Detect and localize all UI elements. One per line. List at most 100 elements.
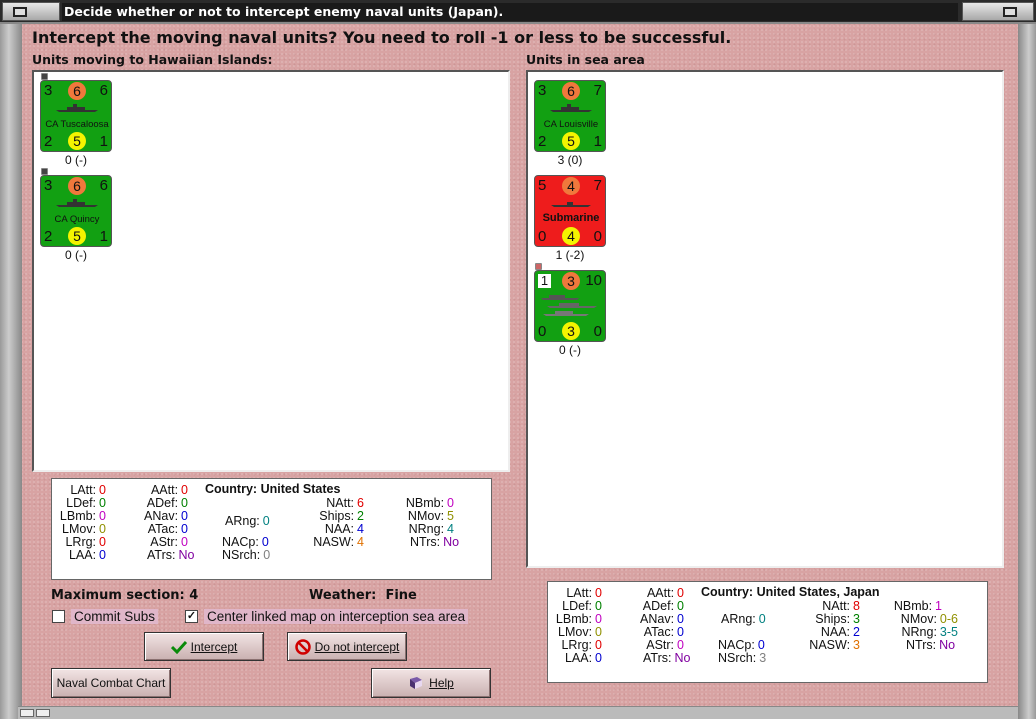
window-title: Decide whether or not to intercept enemy…	[62, 3, 958, 21]
unit-top-right: 7	[593, 177, 602, 194]
intercept-label: Intercept	[190, 639, 238, 654]
unit-top-center: 4	[562, 177, 580, 195]
do-not-intercept-label: Do not intercept	[314, 639, 400, 654]
dialog-client: Intercept the moving naval units? You ne…	[22, 24, 1018, 719]
unit-bottom-left: 0	[538, 228, 547, 245]
stat-nacp: NACp: 0	[222, 535, 269, 549]
right-stats-box: LAtt: 0 LDef: 0 LBmb: 0 LMov: 0 LRrg: 0 LAA: 0…	[547, 581, 988, 683]
no-entry-icon	[294, 638, 311, 655]
unit-name: CA Louisville	[543, 119, 599, 130]
stat-nrng: NRng: 4	[408, 522, 454, 536]
unit-roll-label: 0 (-)	[65, 248, 87, 262]
stat-nmov: NMov: 5	[407, 509, 454, 523]
stat-nbmb: NBmb: 0	[405, 496, 454, 510]
window-border-right	[1018, 24, 1036, 719]
checkbox-box-checked[interactable]: ✓	[185, 610, 198, 623]
sea-area-units-panel[interactable]: 3 6 7 CA Louisville 2 5 1 3 (0) 5 4 7 Su…	[526, 70, 1004, 568]
stat-nsrch: NSrch: 0	[222, 548, 271, 562]
unit-counter[interactable]: 1 3 10 0 3 0	[534, 270, 606, 342]
stat-lbmb: LBmb: 0	[555, 612, 602, 626]
stat-ntrs: NTrs: No	[410, 535, 460, 549]
unit-bottom-left: 2	[538, 133, 547, 150]
maximize-button[interactable]	[962, 2, 1034, 21]
stat-nmov: NMov: 0-6	[900, 612, 958, 626]
commit-subs-checkbox[interactable]: Commit Subs	[52, 609, 159, 624]
center-map-checkbox[interactable]: ✓ Center linked map on interception sea …	[185, 609, 469, 624]
checkbox-box[interactable]	[52, 610, 65, 623]
stat-nrng: NRng: 3-5	[901, 625, 958, 639]
unit-bottom-right: 0	[593, 323, 602, 340]
stat-nasw: NASW: 3	[809, 638, 860, 652]
unit-counter[interactable]: 5 4 7 Submarine 0 4 0	[534, 175, 606, 247]
stat-arng: ARng: 0	[225, 514, 270, 528]
checkbox-label: Commit Subs	[71, 609, 159, 624]
stat-arng: ARng: 0	[721, 612, 766, 626]
unit-bottom-center: 4	[562, 227, 580, 245]
book-icon	[410, 677, 423, 689]
grip-handle[interactable]	[36, 709, 50, 717]
unit-bottom-right: 1	[99, 228, 108, 245]
stat-lrrg: LRrg: 0	[561, 638, 602, 652]
stat-latt: LAtt: 0	[70, 483, 106, 497]
stat-anav: ANav: 0	[144, 509, 188, 523]
unit-top-left: 1	[538, 274, 551, 288]
cruiser-icon	[550, 104, 592, 112]
help-button[interactable]: Help	[371, 668, 491, 698]
stat-adef: ADef: 0	[146, 496, 188, 510]
intercept-button[interactable]: Intercept	[144, 632, 264, 661]
unit-top-center: 6	[68, 82, 86, 100]
stat-ships: Ships: 2	[319, 509, 364, 523]
unit-bottom-center: 5	[562, 132, 580, 150]
stats-country: Country: United States, Japan	[701, 585, 880, 599]
weather-info: Weather: Fine	[309, 588, 417, 603]
stat-nbmb: NBmb: 1	[893, 599, 942, 613]
unit-top-center: 3	[562, 272, 580, 290]
stat-aatt: AAtt: 0	[150, 483, 188, 497]
unit-pin	[41, 168, 48, 175]
stat-lmov: LMov: 0	[62, 522, 106, 536]
window-border-left	[0, 24, 22, 719]
max-section-info: Maximum section: 4	[51, 588, 199, 603]
unit-roll-label: 0 (-)	[65, 153, 87, 167]
stat-atrs: ATrs: No	[643, 651, 691, 665]
right-panel-header: Units in sea area	[526, 52, 645, 67]
unit-name: CA Tuscaloosa	[45, 119, 109, 130]
unit-bottom-center: 5	[68, 227, 86, 245]
stat-lmov: LMov: 0	[558, 625, 602, 639]
unit-top-left: 3	[44, 82, 53, 99]
stat-astr: AStr: 0	[646, 638, 684, 652]
stat-naa: NAA: 2	[820, 625, 860, 639]
naval-combat-chart-button[interactable]: Naval Combat Chart	[51, 668, 171, 698]
unit-bottom-left: 2	[44, 133, 53, 150]
stat-ntrs: NTrs: No	[906, 638, 956, 652]
stat-lrrg: LRrg: 0	[65, 535, 106, 549]
cruiser-icon	[56, 199, 98, 207]
moving-units-panel[interactable]: 3 6 6 CA Tuscaloosa 2 5 1 0 (-) 3 6 6 CA…	[32, 70, 510, 472]
resize-strip[interactable]	[18, 706, 1018, 719]
stat-lbmb: LBmb: 0	[59, 509, 106, 523]
stat-natt: NAtt: 6	[326, 496, 364, 510]
grip-handle[interactable]	[20, 709, 34, 717]
unit-bottom-left: 0	[538, 323, 547, 340]
do-not-intercept-button[interactable]: Do not intercept	[287, 632, 407, 661]
stat-nasw: NASW: 4	[313, 535, 364, 549]
checkbox-label: Center linked map on interception sea ar…	[204, 609, 469, 624]
unit-bottom-right: 1	[99, 133, 108, 150]
unit-name: CA Quincy	[54, 214, 100, 225]
unit-bottom-center: 5	[68, 132, 86, 150]
stat-ships: Ships: 3	[815, 612, 860, 626]
unit-counter[interactable]: 3 6 7 CA Louisville 2 5 1	[534, 80, 606, 152]
stat-latt: LAtt: 0	[566, 586, 602, 600]
stat-aatt: AAtt: 0	[646, 586, 684, 600]
system-menu-button[interactable]	[2, 2, 60, 21]
help-label: Help	[429, 676, 454, 690]
unit-top-left: 3	[44, 177, 53, 194]
cruiser-icon	[56, 104, 98, 112]
unit-counter[interactable]: 3 6 6 CA Quincy 2 5 1	[40, 175, 112, 247]
unit-counter[interactable]: 3 6 6 CA Tuscaloosa 2 5 1	[40, 80, 112, 152]
stat-laa: LAA: 0	[564, 651, 602, 665]
dialog-window: Decide whether or not to intercept enemy…	[0, 0, 1036, 719]
unit-pin	[41, 73, 48, 80]
stat-atac: ATac: 0	[147, 522, 188, 536]
unit-top-right: 10	[585, 272, 602, 289]
